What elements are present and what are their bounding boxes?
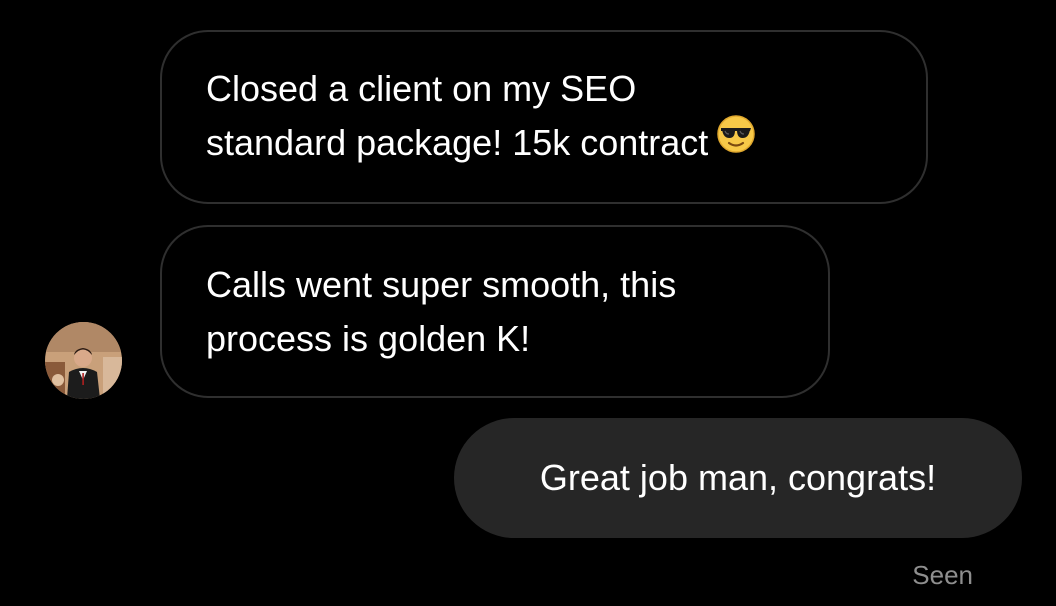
- incoming-message-bubble[interactable]: Closed a client on my SEO standard packa…: [160, 30, 928, 204]
- message-thread: Closed a client on my SEO standard packa…: [0, 0, 1056, 606]
- incoming-message-bubble[interactable]: Calls went super smooth, this process is…: [160, 225, 830, 398]
- outgoing-message-bubble[interactable]: Great job man, congrats!: [454, 418, 1022, 538]
- seen-status: Seen: [912, 560, 973, 590]
- message-text: Great job man, congrats!: [539, 457, 937, 498]
- sender-avatar[interactable]: [45, 322, 122, 399]
- message-text: Closed a client on my SEO standard packa…: [206, 67, 709, 163]
- sunglasses-emoji-icon: [716, 114, 756, 169]
- message-text: Calls went super smooth, this process is…: [206, 263, 677, 359]
